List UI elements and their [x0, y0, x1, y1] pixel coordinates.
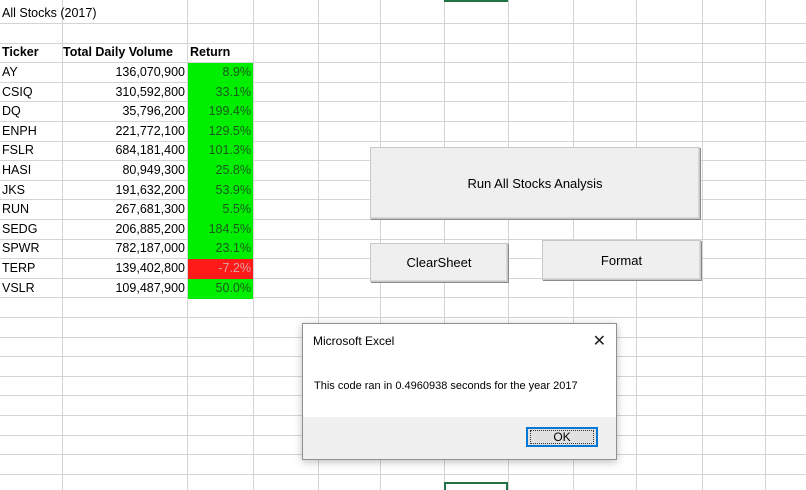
- return-cell[interactable]: 23.1%: [188, 239, 253, 259]
- volume-cell[interactable]: 267,681,300: [63, 200, 187, 219]
- column-gridline: [765, 0, 766, 490]
- return-cell[interactable]: -7.2%: [188, 259, 253, 279]
- column-gridline: [253, 0, 254, 490]
- close-icon[interactable]: ✕: [593, 331, 606, 351]
- ticker-cell[interactable]: TERP: [2, 259, 62, 278]
- return-cell[interactable]: 50.0%: [188, 279, 253, 299]
- volume-cell[interactable]: 139,402,800: [63, 259, 187, 278]
- return-cell[interactable]: 199.4%: [188, 102, 253, 122]
- return-cell[interactable]: 8.9%: [188, 63, 253, 83]
- volume-cell[interactable]: 109,487,900: [63, 279, 187, 298]
- dialog-title: Microsoft Excel: [313, 334, 395, 348]
- return-cell[interactable]: 53.9%: [188, 181, 253, 201]
- header-ticker[interactable]: Ticker: [2, 43, 62, 62]
- ticker-cell[interactable]: RUN: [2, 200, 62, 219]
- clearsheet-button[interactable]: ClearSheet: [370, 243, 508, 282]
- ticker-cell[interactable]: FSLR: [2, 141, 62, 160]
- volume-cell[interactable]: 35,796,200: [63, 102, 187, 121]
- row-gridline: [0, 474, 806, 475]
- ticker-cell[interactable]: JKS: [2, 181, 62, 200]
- ticker-cell[interactable]: DQ: [2, 102, 62, 121]
- active-column-marker-right: [506, 482, 508, 490]
- dialog-footer: OK: [303, 417, 616, 459]
- active-column-marker-left: [444, 482, 446, 490]
- ticker-cell[interactable]: ENPH: [2, 122, 62, 141]
- return-cell[interactable]: 129.5%: [188, 122, 253, 142]
- ticker-cell[interactable]: VSLR: [2, 279, 62, 298]
- ticker-cell[interactable]: SPWR: [2, 239, 62, 258]
- volume-cell[interactable]: 136,070,900: [63, 63, 187, 82]
- header-volume[interactable]: Total Daily Volume: [63, 43, 187, 62]
- ok-button-label: OK: [530, 430, 594, 444]
- row-gridline: [0, 317, 806, 318]
- dialog-message: This code ran in 0.4960938 seconds for t…: [314, 380, 578, 392]
- return-cell[interactable]: 184.5%: [188, 220, 253, 240]
- volume-cell[interactable]: 782,187,000: [63, 239, 187, 258]
- return-cell[interactable]: 101.3%: [188, 141, 253, 161]
- format-button[interactable]: Format: [542, 240, 701, 280]
- ticker-cell[interactable]: HASI: [2, 161, 62, 180]
- volume-cell[interactable]: 684,181,400: [63, 141, 187, 160]
- return-cell[interactable]: 33.1%: [188, 83, 253, 103]
- sheet-title[interactable]: All Stocks (2017): [2, 4, 162, 23]
- ok-button[interactable]: OK: [526, 427, 598, 447]
- row-gridline: [0, 23, 806, 24]
- active-column-marker-top: [444, 0, 508, 2]
- message-dialog: Microsoft Excel ✕ This code ran in 0.496…: [302, 323, 617, 460]
- volume-cell[interactable]: 80,949,300: [63, 161, 187, 180]
- active-column-marker-bottom: [444, 482, 508, 484]
- return-cell[interactable]: 25.8%: [188, 161, 253, 181]
- header-return[interactable]: Return: [190, 43, 254, 62]
- run-all-stocks-analysis-button[interactable]: Run All Stocks Analysis: [370, 147, 700, 219]
- volume-cell[interactable]: 310,592,800: [63, 83, 187, 102]
- column-gridline: [702, 0, 703, 490]
- ticker-cell[interactable]: AY: [2, 63, 62, 82]
- volume-cell[interactable]: 221,772,100: [63, 122, 187, 141]
- ticker-cell[interactable]: SEDG: [2, 220, 62, 239]
- return-cell[interactable]: 5.5%: [188, 200, 253, 220]
- volume-cell[interactable]: 191,632,200: [63, 181, 187, 200]
- ticker-cell[interactable]: CSIQ: [2, 83, 62, 102]
- volume-cell[interactable]: 206,885,200: [63, 220, 187, 239]
